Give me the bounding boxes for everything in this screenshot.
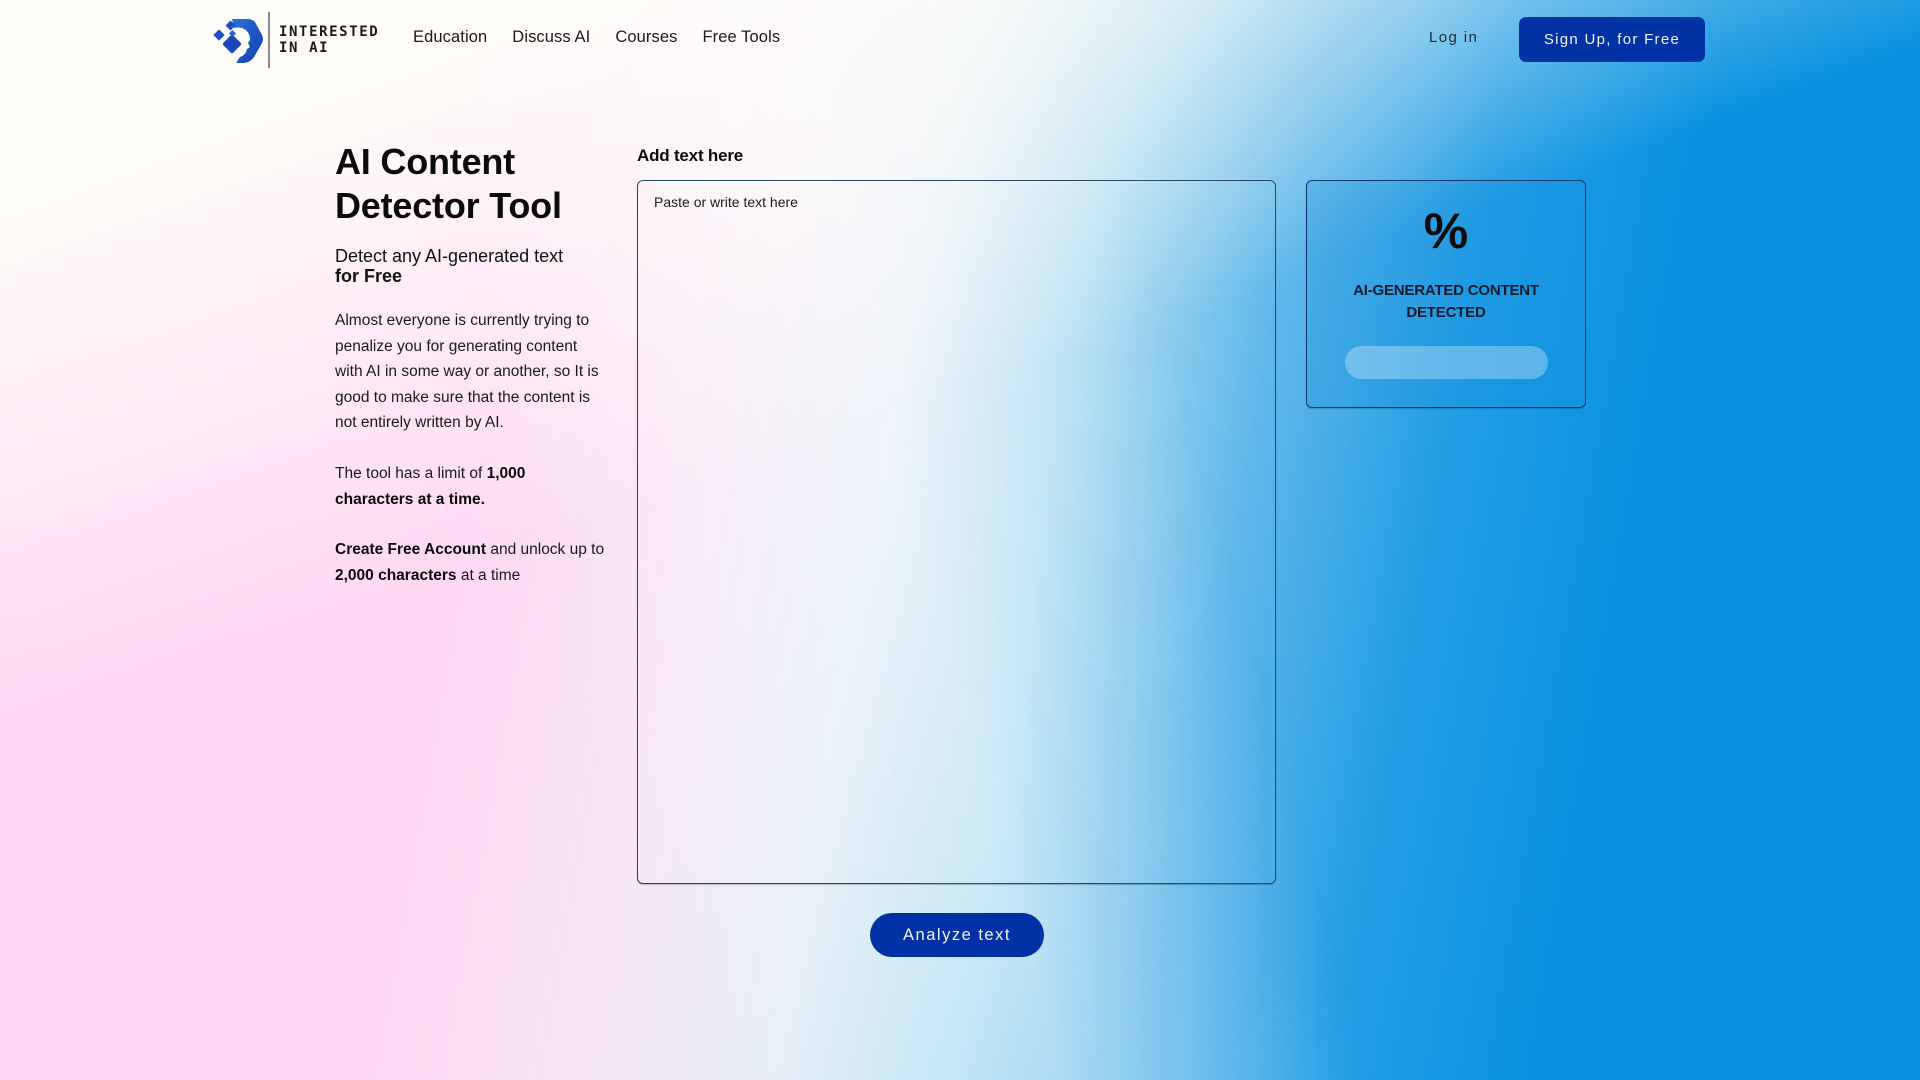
upgrade-note: Create Free Account and unlock up to 2,0… bbox=[335, 537, 605, 588]
upgrade-limit: 2,000 characters bbox=[335, 566, 457, 584]
result-panel: % AI-GENERATED CONTENT DETECTED bbox=[1306, 180, 1586, 408]
upgrade-suffix: at a time bbox=[456, 566, 521, 584]
brand-name-line2: IN AI bbox=[279, 40, 330, 56]
text-input[interactable] bbox=[637, 180, 1276, 884]
nav-item-free-tools[interactable]: Free Tools bbox=[702, 28, 780, 47]
signup-button[interactable]: Sign Up, for Free bbox=[1519, 17, 1705, 62]
text-input-label: Add text here bbox=[637, 146, 744, 165]
nav-item-courses[interactable]: Courses bbox=[615, 28, 677, 47]
percent-symbol: % bbox=[1423, 203, 1469, 259]
subtitle-text: Detect any AI-generated text bbox=[335, 246, 564, 266]
nav-item-discuss-ai[interactable]: Discuss AI bbox=[512, 28, 590, 47]
brand-name-line1: INTERESTED bbox=[279, 24, 380, 40]
create-account-link[interactable]: Create Free Account bbox=[335, 541, 486, 558]
ai-progress-bar bbox=[1344, 346, 1548, 379]
page-title: AI Content Detector Tool bbox=[335, 141, 562, 226]
intro-description: Almost everyone is currently trying to p… bbox=[335, 312, 599, 432]
intro-section: AI Content Detector Tool Detect any AI-g… bbox=[335, 140, 605, 588]
site-header: INTERESTED IN AI Education Discuss AI Co… bbox=[0, 0, 1920, 78]
subtitle-emphasis: for Free bbox=[335, 266, 403, 286]
site-logo[interactable]: INTERESTED IN AI bbox=[210, 12, 379, 68]
analyze-text-button[interactable]: Analyze text bbox=[870, 913, 1044, 957]
brand-name: INTERESTED IN AI bbox=[279, 24, 379, 56]
interested-in-ai-logo-icon bbox=[213, 19, 263, 63]
login-link[interactable]: Log in bbox=[1429, 29, 1478, 46]
main-nav: Education Discuss AI Courses Free Tools bbox=[413, 28, 805, 47]
upgrade-mid: and unlock up to bbox=[486, 541, 605, 559]
page: INTERESTED IN AI Education Discuss AI Co… bbox=[0, 0, 1920, 1080]
page-subtitle: Detect any AI-generated text for Free bbox=[335, 246, 605, 286]
character-limit-note: The tool has a limit of 1,000 characters… bbox=[335, 461, 605, 512]
logo-divider bbox=[268, 12, 270, 68]
ai-percentage: % bbox=[1307, 203, 1585, 259]
limit-prefix: The tool has a limit of bbox=[335, 464, 487, 482]
nav-item-education[interactable]: Education bbox=[413, 28, 487, 47]
result-label: AI-GENERATED CONTENT DETECTED bbox=[1353, 282, 1539, 321]
